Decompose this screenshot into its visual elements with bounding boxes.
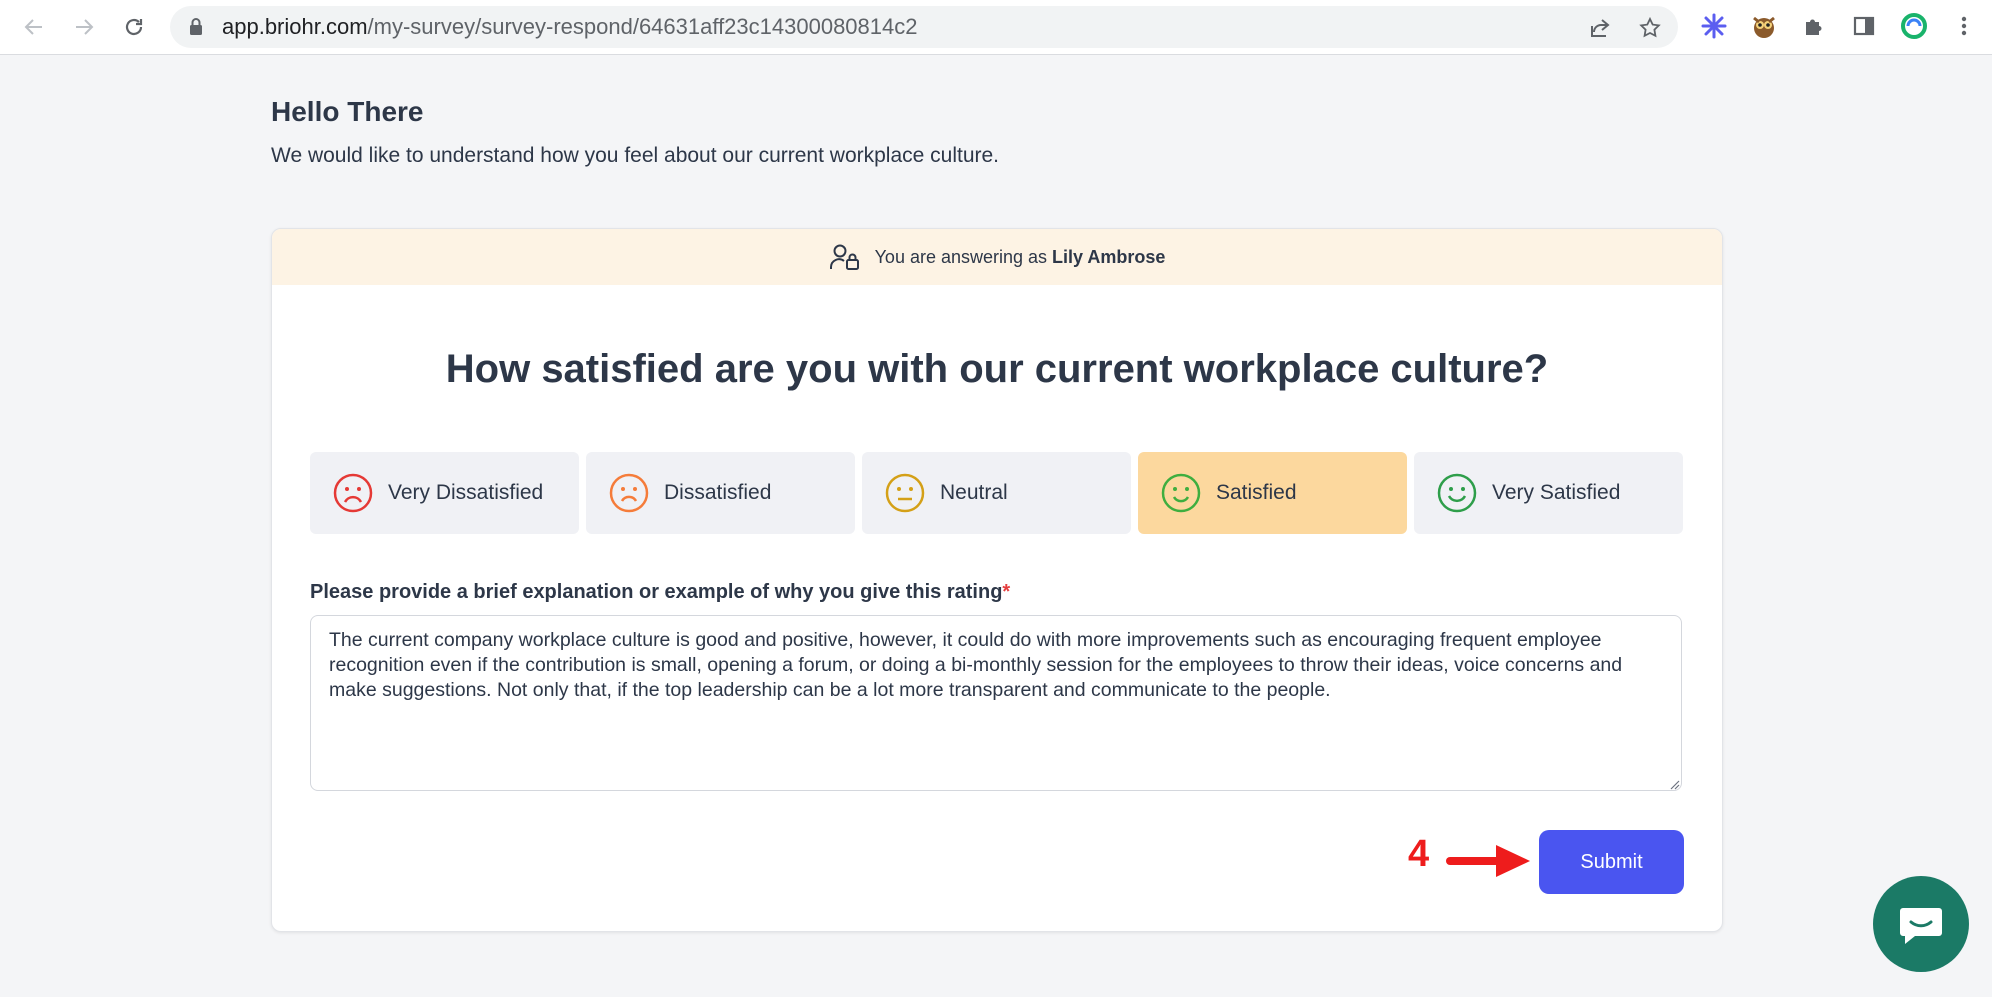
respondent-name: Lily Ambrose bbox=[1052, 246, 1166, 267]
url-host: app.briohr.com bbox=[222, 14, 368, 39]
address-bar[interactable]: app.briohr.com/my-survey/survey-respond/… bbox=[170, 6, 1678, 48]
rating-satisfied[interactable]: Satisfied bbox=[1138, 452, 1407, 534]
forward-icon[interactable] bbox=[69, 12, 99, 42]
chat-widget-button[interactable] bbox=[1873, 876, 1969, 972]
rating-very-satisfied[interactable]: Very Satisfied bbox=[1414, 452, 1683, 534]
rating-neutral[interactable]: Neutral bbox=[862, 452, 1131, 534]
page-title: Hello There bbox=[271, 96, 424, 127]
annotation-step-number: 4 bbox=[1408, 833, 1430, 875]
survey-question: How satisfied are you with our current w… bbox=[445, 347, 1549, 391]
rating-label: Satisfied bbox=[1216, 481, 1297, 504]
annotation-arrow-icon bbox=[1446, 841, 1532, 886]
profile-avatar-icon[interactable] bbox=[1900, 12, 1928, 40]
bookmark-star-icon[interactable] bbox=[1638, 16, 1662, 40]
page-intro: We would like to understand how you feel… bbox=[271, 144, 1000, 167]
rating-options: Very Dissatisfied Dissatisfied Neutral S… bbox=[310, 452, 1684, 534]
neutral-face-icon bbox=[885, 473, 925, 513]
banner-prefix: You are answering as bbox=[874, 246, 1048, 267]
chat-bubble-icon bbox=[1900, 908, 1942, 944]
back-icon[interactable] bbox=[19, 12, 49, 42]
extensions-puzzle-icon[interactable] bbox=[1800, 12, 1828, 40]
satisfied-face-icon bbox=[1161, 473, 1201, 513]
explanation-label: Please provide a brief explanation or ex… bbox=[310, 581, 1010, 604]
required-mark: * bbox=[1002, 581, 1011, 603]
lock-icon bbox=[188, 17, 204, 42]
rating-label: Neutral bbox=[940, 481, 1008, 504]
resize-grip-icon[interactable] bbox=[1668, 777, 1680, 795]
rating-label: Very Satisfied bbox=[1492, 481, 1621, 504]
side-panel-icon[interactable] bbox=[1850, 12, 1878, 40]
url-path: /my-survey/survey-respond/64631aff23c143… bbox=[367, 14, 918, 39]
rating-label: Very Dissatisfied bbox=[388, 481, 544, 504]
browser-toolbar: app.briohr.com/my-survey/survey-respond/… bbox=[0, 0, 1992, 55]
submit-button[interactable]: Submit bbox=[1539, 830, 1684, 894]
extension-owl-icon[interactable] bbox=[1750, 12, 1778, 40]
respondent-banner: You are answering as Lily Ambrose bbox=[272, 229, 1722, 285]
explanation-textarea[interactable]: The current company workplace culture is… bbox=[310, 615, 1682, 791]
share-icon[interactable] bbox=[1588, 16, 1612, 40]
dissatisfied-face-icon bbox=[609, 473, 649, 513]
very-dissatisfied-face-icon bbox=[333, 473, 373, 513]
url-text: app.briohr.com/my-survey/survey-respond/… bbox=[222, 6, 917, 48]
rating-dissatisfied[interactable]: Dissatisfied bbox=[586, 452, 855, 534]
browser-menu-icon[interactable] bbox=[1950, 12, 1978, 40]
reload-icon[interactable] bbox=[119, 12, 149, 42]
user-lock-icon bbox=[829, 244, 859, 270]
very-satisfied-face-icon bbox=[1437, 473, 1477, 513]
survey-card: You are answering as Lily Ambrose How sa… bbox=[271, 228, 1723, 932]
rating-very-dissatisfied[interactable]: Very Dissatisfied bbox=[310, 452, 579, 534]
extension-snowflake-icon[interactable] bbox=[1700, 12, 1728, 40]
rating-label: Dissatisfied bbox=[664, 481, 772, 504]
explanation-label-text: Please provide a brief explanation or ex… bbox=[310, 581, 1003, 603]
